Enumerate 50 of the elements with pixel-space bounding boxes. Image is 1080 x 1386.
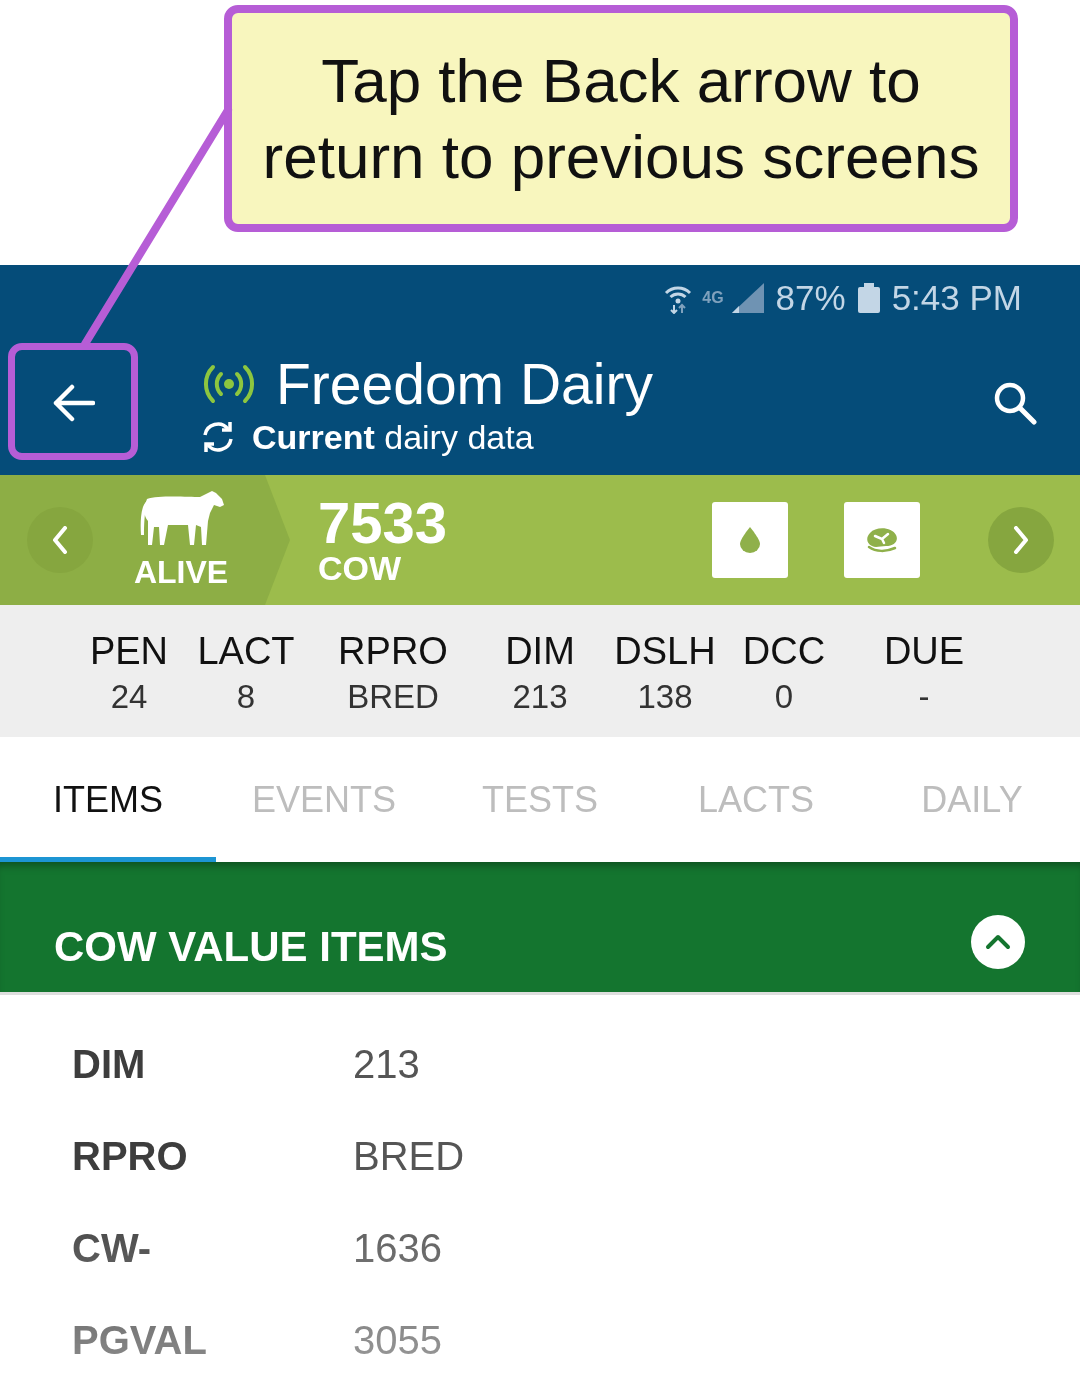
stat-value: - <box>918 677 930 717</box>
item-value: 3055 <box>353 1317 442 1363</box>
stat-value: 213 <box>512 677 568 717</box>
animal-status: ALIVE <box>133 555 229 589</box>
animal-type: COW <box>318 551 402 585</box>
stat-label: LACT <box>197 630 295 672</box>
stat-label: RPRO <box>338 630 448 672</box>
meat-button[interactable] <box>844 502 920 578</box>
chevron-up-icon <box>985 934 1011 950</box>
chevron-left-icon <box>52 526 68 554</box>
item-label: CW- <box>72 1225 152 1271</box>
tab[interactable]: EVENTS <box>216 737 432 862</box>
signal-icon <box>731 282 764 313</box>
stat-label: DUE <box>883 630 965 672</box>
stat-value: 138 <box>637 677 693 717</box>
stat-value: BRED <box>347 677 439 717</box>
item-value: BRED <box>353 1133 465 1179</box>
item-label: RPRO <box>72 1133 188 1179</box>
tab[interactable]: LACTS <box>648 737 864 862</box>
back-arrow-icon <box>51 383 95 422</box>
animal-number: 7533 <box>318 495 448 551</box>
stat-value: 0 <box>774 677 794 717</box>
status-time: 5:43 PM <box>891 277 1022 318</box>
app-title: Freedom Dairy <box>276 351 653 416</box>
stat-value: 24 <box>110 677 148 717</box>
section-title: COW VALUE ITEMS <box>54 922 448 971</box>
stat-label: PEN <box>89 630 169 672</box>
drop-icon <box>740 527 760 553</box>
item-value: 1636 <box>353 1225 442 1271</box>
stat-label: DIM <box>505 630 575 672</box>
item-label: DIM <box>72 1041 146 1087</box>
chevron-right-icon <box>1013 526 1029 554</box>
battery-percent: 87% <box>775 277 846 318</box>
callout-text: Tap the Back arrow to return to previous screens <box>261 44 981 193</box>
battery-icon <box>857 282 880 313</box>
steak-icon <box>866 527 898 553</box>
cow-icon <box>138 491 224 547</box>
item-value: 213 <box>353 1041 420 1087</box>
network-label: 4G <box>702 288 724 307</box>
stat-value: 8 <box>236 677 256 717</box>
tab[interactable]: TESTS <box>432 737 648 862</box>
search-icon <box>993 380 1037 425</box>
stat-label: DSLH <box>614 630 716 672</box>
collapse-button[interactable] <box>971 915 1025 969</box>
stat-label: DCC <box>742 630 826 672</box>
tab[interactable]: DAILY <box>864 737 1080 862</box>
item-label: PGVAL <box>72 1317 207 1363</box>
app-subtitle: Current dairy data <box>252 416 534 458</box>
milk-button[interactable] <box>712 502 788 578</box>
search-button[interactable] <box>993 380 1037 425</box>
